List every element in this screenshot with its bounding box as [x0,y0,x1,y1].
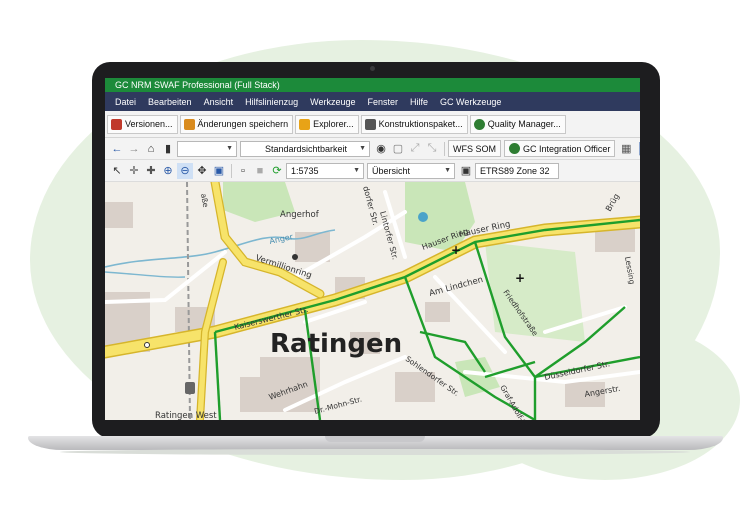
poi-icon [144,342,150,348]
forward-icon[interactable]: → [126,141,142,157]
menu-fenster[interactable]: Fenster [361,97,404,107]
visibility-value: Standardsichtbarkeit [265,143,348,154]
layers-icon[interactable]: ▦ [618,141,634,157]
crs-value: ETRS89 Zone 32 [480,165,550,176]
versions-icon [111,118,122,130]
home-icon[interactable]: ⌂ [143,141,159,157]
menu-ansicht[interactable]: Ansicht [198,97,240,107]
menu-hilfslinienzug[interactable]: Hilfslinienzug [239,97,304,107]
divider [231,163,232,178]
station-label: Ratingen West [155,411,217,420]
hero-illustration: GC NRM SWAF Professional (Full Stack) Da… [0,0,754,508]
overview-value: Übersicht [372,165,411,176]
pan-icon[interactable]: ✥ [194,163,210,179]
bookmark-icon[interactable]: ▮ [160,141,176,157]
bookmark-select[interactable]: ▼ [177,140,237,157]
menu-gc-werkzeuge[interactable]: GC Werkzeuge [434,97,507,107]
save-label: Änderungen speichern [197,119,289,129]
refresh-icon[interactable]: ⟳ [269,163,285,179]
scale-value: 1:5735 [291,165,319,176]
map-toolbar: ↖ ✛ ✚ ⊕ ⊖ ✥ ▣ ▫ ■ ⟳ 1:5735 ▼ Übersicht ▼ ▣… [105,160,640,182]
swimming-icon [418,212,428,222]
collapse-icon[interactable]: ⤡ [424,141,440,157]
wfs-som-button[interactable]: WFS SOM [448,140,501,157]
chevron-down-icon: ▼ [444,166,451,174]
menu-werkzeuge[interactable]: Werkzeuge [304,97,361,107]
app-window: GC NRM SWAF Professional (Full Stack) Da… [105,78,640,420]
wfs-label: WFS SOM [453,143,496,154]
crs-field[interactable]: ETRS89 Zone 32 [475,162,559,179]
camera-icon [370,66,375,71]
chevron-down-icon: ▼ [226,144,233,152]
integration-icon [509,143,520,154]
folder-icon [299,118,311,130]
laptop-notch [325,436,425,442]
versions-button[interactable]: Versionen... [107,114,178,134]
poi-icon [292,254,298,260]
map-view[interactable]: + + Ratingen Kaiserswerther Str. Vermill… [105,182,640,420]
lock-icon[interactable]: ▣ [458,163,474,179]
stop-icon[interactable]: ■ [252,163,268,179]
quality-icon [473,118,485,130]
save-changes-button[interactable]: Änderungen speichern [179,114,294,134]
quality-label: Quality Manager... [487,119,561,129]
ribbon: Versionen... Änderungen speichern Explor… [105,111,640,138]
overview-select[interactable]: Übersicht ▼ [367,162,455,179]
zoom-in-icon[interactable]: ⊕ [160,163,176,179]
visibility-select[interactable]: Standardsichtbarkeit ▼ [240,140,370,157]
scale-select[interactable]: 1:5735 ▼ [286,162,364,179]
versions-label: Versionen... [125,119,173,129]
back-icon[interactable]: ← [109,141,125,157]
zoom-out-icon[interactable]: ⊖ [177,162,193,179]
select-area-icon[interactable]: ✚ [143,163,159,179]
menu-datei[interactable]: Datei [109,97,142,107]
construction-label: Konstruktionspaket... [378,119,463,129]
construction-package-button[interactable]: Konstruktionspaket... [360,114,468,134]
panel-icon[interactable]: ▌ [635,141,640,157]
cross-marker-icon: + [515,271,525,285]
expand-icon[interactable]: ⤢ [407,141,423,157]
explorer-button[interactable]: Explorer... [295,114,359,134]
navigation-bar: ← → ⌂ ▮ ▼ Standardsichtbarkeit ▼ ◉ ▢ ⤢ ⤡ … [105,138,640,160]
menu-bearbeiten[interactable]: Bearbeiten [142,97,198,107]
street-label: Angerhof [280,210,320,220]
fit-icon[interactable]: ▢ [390,141,406,157]
window-title: GC NRM SWAF Professional (Full Stack) [105,78,640,92]
map-canvas[interactable]: + + Ratingen Kaiserswerther Str. Vermill… [105,182,640,420]
select-point-icon[interactable]: ✛ [126,163,142,179]
explorer-label: Explorer... [313,119,354,129]
integration-label: GC Integration Officer [523,143,611,154]
quality-manager-button[interactable]: Quality Manager... [469,114,566,134]
menu-hilfe[interactable]: Hilfe [404,97,434,107]
divider [444,141,445,156]
eye-icon[interactable]: ◉ [373,141,389,157]
cross-marker-icon: + [451,243,461,257]
pointer-icon[interactable]: ↖ [109,163,125,179]
chevron-down-icon: ▼ [353,166,360,174]
comment-icon[interactable]: ▫ [235,163,251,179]
save-icon [183,118,195,130]
integration-officer-button[interactable]: GC Integration Officer [504,140,616,157]
laptop-shadow [60,449,690,455]
station-icon [185,382,195,394]
package-icon [364,118,376,130]
chevron-down-icon: ▼ [359,144,366,152]
menu-bar: Datei Bearbeiten Ansicht Hilfslinienzug … [105,92,640,111]
zoom-extent-icon[interactable]: ▣ [211,163,227,179]
city-label: Ratingen [270,329,402,359]
